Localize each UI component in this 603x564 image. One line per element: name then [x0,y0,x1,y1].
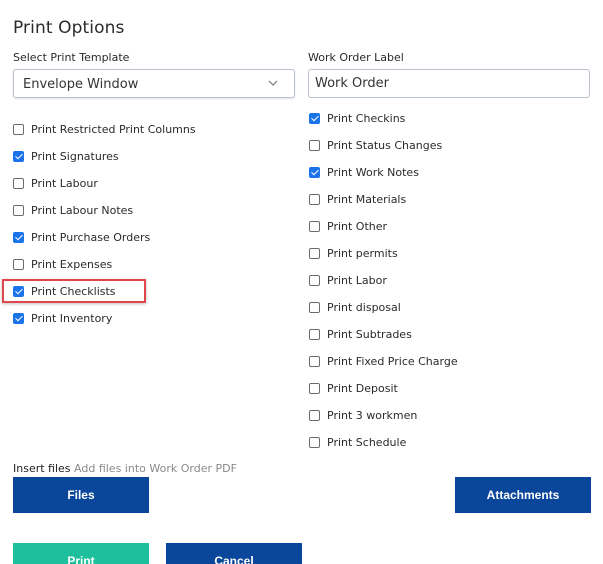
checkbox-row[interactable]: Print Deposit [309,380,398,396]
checkbox-checked[interactable] [13,231,24,243]
chevron-down-icon [268,80,278,86]
checkbox-row[interactable]: Print Expenses [13,256,112,272]
checkbox-unchecked[interactable] [13,123,24,135]
work-order-label-title: Work Order Label [308,51,404,64]
checkbox-label: Print permits [327,246,398,260]
print-options-page: Print Options Select Print Template Enve… [0,0,603,564]
cancel-button[interactable]: Cancel [166,543,302,564]
checkbox-label: Print Checkins [327,111,406,125]
checkbox-unchecked[interactable] [309,355,320,367]
checkbox-row[interactable]: Print Work Notes [309,164,419,180]
checkbox-label: Print Labor [327,273,387,287]
checkbox-label: Print Work Notes [327,165,419,179]
checkbox-checked[interactable] [13,150,24,162]
checkbox-label: Print Purchase Orders [31,230,151,244]
checkbox-label: Print Subtrades [327,327,412,341]
checkbox-unchecked[interactable] [309,139,320,151]
files-button[interactable]: Files [13,477,149,513]
checkbox-label: Print Labour [31,176,98,190]
checkbox-unchecked[interactable] [309,301,320,313]
checkbox-row[interactable]: Print Schedule [309,434,406,450]
checkbox-checked[interactable] [309,166,320,178]
insert-files-label: Insert files Add files into Work Order P… [13,462,237,475]
template-select-value: Envelope Window [23,77,139,92]
checkbox-label: Print Deposit [327,381,398,395]
checkbox-row[interactable]: Print Restricted Print Columns [13,121,196,137]
checkbox-label: Print Schedule [327,435,407,449]
checkbox-unchecked[interactable] [13,177,24,189]
checkbox-checked[interactable] [309,112,320,124]
page-title: Print Options [13,18,125,38]
checkbox-unchecked[interactable] [309,193,320,205]
checkbox-unchecked[interactable] [309,328,320,340]
checkbox-unchecked[interactable] [309,247,320,259]
checkbox-row[interactable]: Print Purchase Orders [13,229,150,245]
checkbox-label: Print disposal [327,300,401,314]
attachments-button[interactable]: Attachments [455,477,591,513]
checkbox-row[interactable]: Print Other [309,218,387,234]
work-order-label-input[interactable] [308,69,590,98]
checkbox-row[interactable]: Print Materials [309,191,406,207]
insert-files-title: Insert files [13,462,71,475]
checkbox-row[interactable]: Print Labour Notes [13,202,133,218]
checkbox-row[interactable]: Print Fixed Price Charge [309,353,458,369]
print-button[interactable]: Print [13,543,149,564]
checkbox-unchecked[interactable] [13,204,24,216]
checkbox-unchecked[interactable] [309,274,320,286]
checkbox-row[interactable]: Print Labour [13,175,98,191]
checkbox-row[interactable]: Print permits [309,245,398,261]
checkbox-label: Print Materials [327,192,407,206]
checkbox-row[interactable]: Print Inventory [13,310,112,326]
checkbox-unchecked[interactable] [309,436,320,448]
checkbox-unchecked[interactable] [309,220,320,232]
checkbox-label: Print Status Changes [327,138,443,152]
template-select-label: Select Print Template [13,51,130,64]
template-select[interactable]: Envelope Window [13,69,295,98]
checkbox-label: Print Signatures [31,149,119,163]
checkbox-checked[interactable] [13,312,24,324]
checkbox-label: Print 3 workmen [327,408,418,422]
insert-files-hint: Add files into Work Order PDF [74,462,237,475]
checkbox-unchecked[interactable] [309,382,320,394]
checkbox-label: Print Inventory [31,311,113,325]
checkbox-label: Print Expenses [31,257,113,271]
checkbox-row[interactable]: Print disposal [309,299,401,315]
checkbox-label: Print Restricted Print Columns [31,122,196,136]
highlight-box [2,279,146,303]
checkbox-row[interactable]: Print Checkins [309,110,405,126]
checkbox-row[interactable]: Print Subtrades [309,326,412,342]
checkbox-label: Print Other [327,219,388,233]
checkbox-unchecked[interactable] [309,409,320,421]
checkbox-row[interactable]: Print Status Changes [309,137,442,153]
checkbox-unchecked[interactable] [13,258,24,270]
checkbox-row[interactable]: Print Signatures [13,148,119,164]
checkbox-label: Print Labour Notes [31,203,134,217]
checkbox-row[interactable]: Print 3 workmen [309,407,417,423]
checkbox-row[interactable]: Print Labor [309,272,387,288]
checkbox-label: Print Fixed Price Charge [327,354,458,368]
